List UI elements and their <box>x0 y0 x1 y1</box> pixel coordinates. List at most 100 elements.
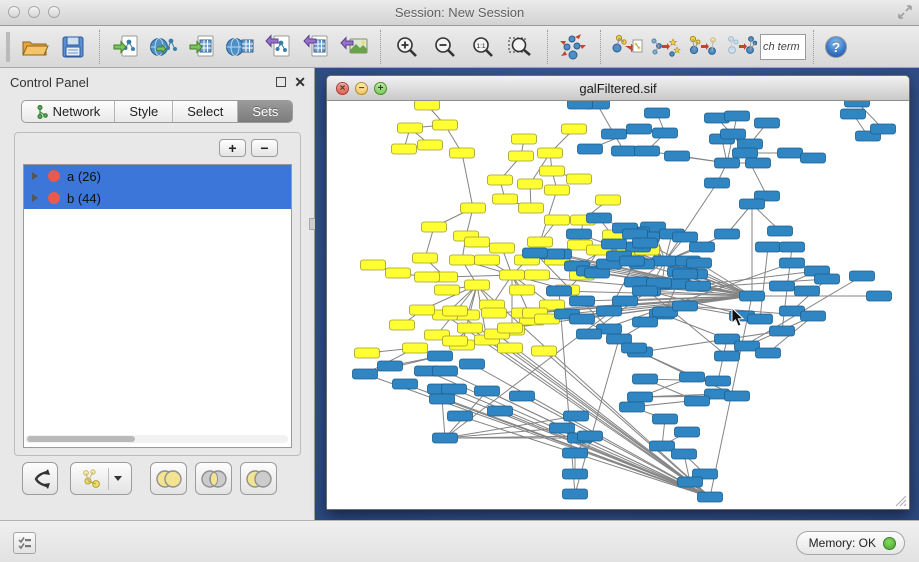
graph-node-blue[interactable] <box>607 334 632 344</box>
set-list-item[interactable]: a (26) <box>24 165 291 187</box>
graph-node-blue[interactable] <box>428 351 453 361</box>
graph-node-blue[interactable] <box>653 414 678 424</box>
graph-node-yellow[interactable] <box>482 308 507 318</box>
graph-node-blue[interactable] <box>430 394 455 404</box>
graph-node-blue[interactable] <box>665 151 690 161</box>
graph-node-blue[interactable] <box>628 392 653 402</box>
graph-node-blue[interactable] <box>715 351 740 361</box>
graph-node-yellow[interactable] <box>390 320 415 330</box>
graph-node-yellow[interactable] <box>450 255 475 265</box>
graph-node-blue[interactable] <box>578 431 603 441</box>
dropdown-caret-icon[interactable] <box>114 476 122 481</box>
set-union-button[interactable] <box>150 462 187 495</box>
add-set-button[interactable]: + <box>219 139 246 157</box>
graph-node-blue[interactable] <box>393 379 418 389</box>
graph-node-blue[interactable] <box>650 441 675 451</box>
graph-node-blue[interactable] <box>620 402 645 412</box>
tab-network[interactable]: Network <box>22 101 116 122</box>
graph-node-blue[interactable] <box>550 423 575 433</box>
zoom-actual-size-button[interactable]: 1:1 <box>464 29 502 65</box>
export-image-button[interactable] <box>335 29 373 65</box>
graph-node-blue[interactable] <box>564 411 589 421</box>
graph-node-yellow[interactable] <box>488 175 513 185</box>
graph-node-blue[interactable] <box>740 291 765 301</box>
graph-node-yellow[interactable] <box>415 272 440 282</box>
graph-node-blue[interactable] <box>488 406 513 416</box>
remove-set-button[interactable]: − <box>251 139 278 157</box>
set-list-item[interactable]: b (44) <box>24 187 291 209</box>
graph-node-blue[interactable] <box>740 199 765 209</box>
new-network-from-selection-button[interactable] <box>608 29 646 65</box>
graph-node-blue[interactable] <box>620 256 645 266</box>
graph-node-blue[interactable] <box>680 372 705 382</box>
graph-node-blue[interactable] <box>563 448 588 458</box>
graph-node-blue[interactable] <box>756 348 781 358</box>
graph-node-blue[interactable] <box>623 229 648 239</box>
graph-node-blue[interactable] <box>685 396 710 406</box>
frame-minimize-button[interactable]: − <box>355 82 368 95</box>
network-canvas[interactable] <box>327 101 909 509</box>
save-session-button[interactable] <box>54 29 92 65</box>
export-table-button[interactable] <box>297 29 335 65</box>
zoom-fit-selected-button[interactable] <box>502 29 540 65</box>
graph-node-yellow[interactable] <box>443 306 468 316</box>
frame-close-button[interactable]: × <box>336 82 349 95</box>
graph-node-yellow[interactable] <box>461 203 486 213</box>
graph-node-blue[interactable] <box>633 317 658 327</box>
graph-node-yellow[interactable] <box>355 348 380 358</box>
graph-node-yellow[interactable] <box>538 148 563 158</box>
graph-node-blue[interactable] <box>672 449 697 459</box>
memory-status-button[interactable]: Memory: OK <box>796 531 905 555</box>
graph-node-blue[interactable] <box>705 178 730 188</box>
graph-node-blue[interactable] <box>690 242 715 252</box>
graph-node-blue[interactable] <box>867 291 892 301</box>
zoom-out-button[interactable] <box>426 29 464 65</box>
graph-node-yellow[interactable] <box>418 140 443 150</box>
graph-node-blue[interactable] <box>673 269 698 279</box>
graph-node-yellow[interactable] <box>532 346 557 356</box>
graph-node-yellow[interactable] <box>413 253 438 263</box>
graph-node-blue[interactable] <box>547 286 572 296</box>
graph-node-blue[interactable] <box>378 361 403 371</box>
graph-node-yellow[interactable] <box>490 243 515 253</box>
graph-node-blue[interactable] <box>755 118 780 128</box>
graph-node-blue[interactable] <box>635 146 660 156</box>
graph-node-blue[interactable] <box>673 301 698 311</box>
graph-node-blue[interactable] <box>721 129 746 139</box>
graph-node-blue[interactable] <box>675 427 700 437</box>
graph-node-yellow[interactable] <box>475 255 500 265</box>
graph-node-blue[interactable] <box>653 256 678 266</box>
split-set-button[interactable] <box>22 462 58 495</box>
graph-node-blue[interactable] <box>841 109 866 119</box>
graph-node-blue[interactable] <box>597 306 622 316</box>
graph-node-blue[interactable] <box>523 248 548 258</box>
graph-node-yellow[interactable] <box>386 268 411 278</box>
graph-node-blue[interactable] <box>748 314 773 324</box>
graph-node-blue[interactable] <box>570 296 595 306</box>
graph-node-yellow[interactable] <box>458 323 483 333</box>
graph-node-blue[interactable] <box>625 277 650 287</box>
graph-node-blue[interactable] <box>850 271 875 281</box>
graph-node-blue[interactable] <box>645 108 670 118</box>
graph-node-yellow[interactable] <box>562 124 587 134</box>
toolbar-drag-handle[interactable] <box>6 32 10 62</box>
import-table-web-button[interactable] <box>221 29 259 65</box>
graph-node-yellow[interactable] <box>528 237 553 247</box>
graph-node-yellow[interactable] <box>498 323 523 333</box>
graph-node-blue[interactable] <box>746 158 771 168</box>
graph-node-yellow[interactable] <box>512 134 537 144</box>
graph-node-yellow[interactable] <box>450 148 475 158</box>
fullscreen-icon[interactable] <box>897 4 913 20</box>
graph-node-blue[interactable] <box>770 281 795 291</box>
graph-node-blue[interactable] <box>706 376 731 386</box>
graph-node-yellow[interactable] <box>498 343 523 353</box>
graph-node-blue[interactable] <box>475 386 500 396</box>
frame-zoom-button[interactable]: + <box>374 82 387 95</box>
graph-node-yellow[interactable] <box>509 151 534 161</box>
graph-node-blue[interactable] <box>585 268 610 278</box>
graph-node-yellow[interactable] <box>465 280 490 290</box>
graph-node-yellow[interactable] <box>545 215 570 225</box>
graph-node-blue[interactable] <box>653 128 678 138</box>
graph-node-blue[interactable] <box>815 274 840 284</box>
tab-sets[interactable]: Sets <box>238 101 292 122</box>
